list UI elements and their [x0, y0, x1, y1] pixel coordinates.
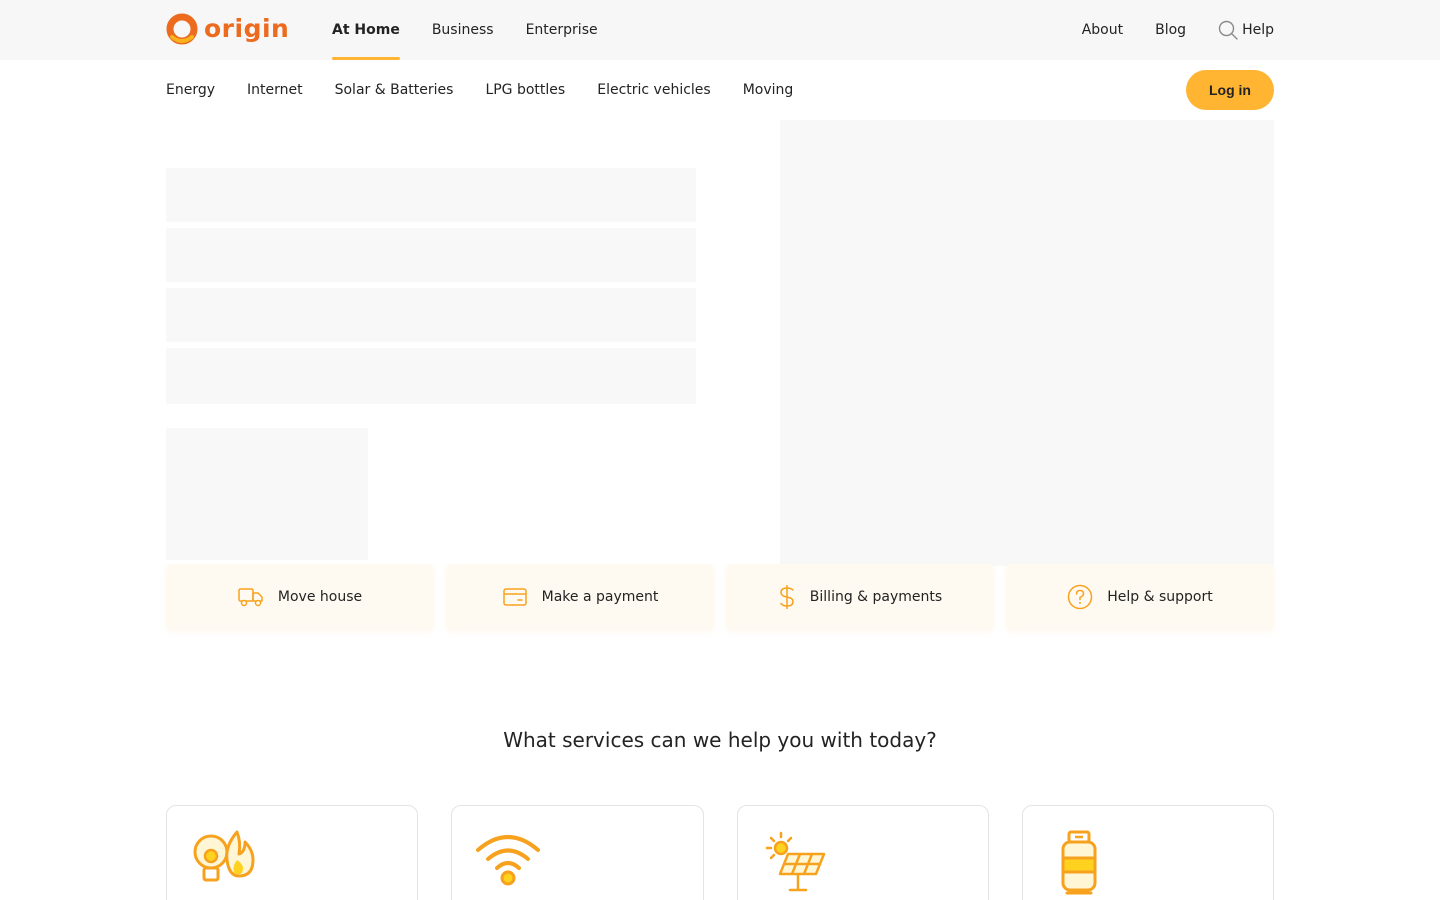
- service-card-solar[interactable]: [736, 805, 989, 900]
- bulb-flame-icon: [193, 830, 255, 882]
- service-cards: [166, 805, 1274, 900]
- segment-tabs: At Home Business Enterprise: [316, 0, 614, 60]
- service-card-lpg[interactable]: [1021, 805, 1274, 900]
- nav-electric-vehicles[interactable]: Electric vehicles: [597, 82, 710, 98]
- nav-internet[interactable]: Internet: [247, 82, 303, 98]
- quick-action-label: Help & support: [1107, 589, 1213, 605]
- nav-moving[interactable]: Moving: [743, 82, 794, 98]
- tab-enterprise[interactable]: Enterprise: [510, 0, 614, 60]
- about-link[interactable]: About: [1082, 22, 1123, 38]
- search-icon: [1218, 20, 1238, 40]
- card-icon: [502, 588, 527, 606]
- help-link[interactable]: Help: [1218, 20, 1274, 40]
- skeleton-line: [166, 288, 696, 342]
- top-bar: origin At Home Business Enterprise About…: [0, 0, 1440, 60]
- quick-actions: Move house Make a payment Billing & paym…: [166, 564, 1274, 630]
- skeleton-button: [166, 428, 368, 560]
- question-icon: [1068, 584, 1093, 610]
- tab-business[interactable]: Business: [416, 0, 510, 60]
- login-button[interactable]: Log in: [1186, 70, 1274, 110]
- quick-action-label: Make a payment: [541, 589, 659, 605]
- skeleton-line: [166, 168, 696, 222]
- truck-icon: [238, 588, 263, 607]
- nav-lpg-bottles[interactable]: LPG bottles: [485, 82, 565, 98]
- logo-wordmark: origin: [204, 14, 290, 43]
- origin-logo[interactable]: origin: [166, 13, 289, 45]
- skeleton-line: [166, 228, 696, 282]
- gas-bottle-icon: [1061, 830, 1097, 895]
- help-link-label: Help: [1242, 22, 1274, 38]
- wifi-icon: [476, 835, 541, 886]
- services-heading: What services can we help you with today…: [503, 728, 937, 752]
- blog-link[interactable]: Blog: [1155, 22, 1186, 38]
- dollar-icon: [780, 585, 794, 609]
- origin-logo-icon: [166, 13, 198, 45]
- make-payment-button[interactable]: Make a payment: [446, 564, 714, 630]
- utility-links: About Blog Help: [1050, 0, 1274, 60]
- nav-energy[interactable]: Energy: [166, 82, 215, 98]
- service-card-energy[interactable]: [166, 805, 419, 900]
- nav-solar-batteries[interactable]: Solar & Batteries: [335, 82, 454, 98]
- tab-at-home[interactable]: At Home: [316, 0, 416, 60]
- billing-payments-button[interactable]: Billing & payments: [726, 564, 994, 630]
- hero-image-placeholder: [780, 120, 1274, 566]
- quick-action-label: Move house: [277, 589, 363, 605]
- solar-panel-icon: [765, 831, 825, 892]
- category-nav: Energy Internet Solar & Batteries LPG bo…: [166, 60, 825, 120]
- move-house-button[interactable]: Move house: [166, 564, 434, 630]
- quick-action-label: Billing & payments: [809, 589, 943, 605]
- help-support-button[interactable]: Help & support: [1006, 564, 1274, 630]
- skeleton-line: [166, 348, 696, 404]
- service-card-internet[interactable]: [451, 805, 704, 900]
